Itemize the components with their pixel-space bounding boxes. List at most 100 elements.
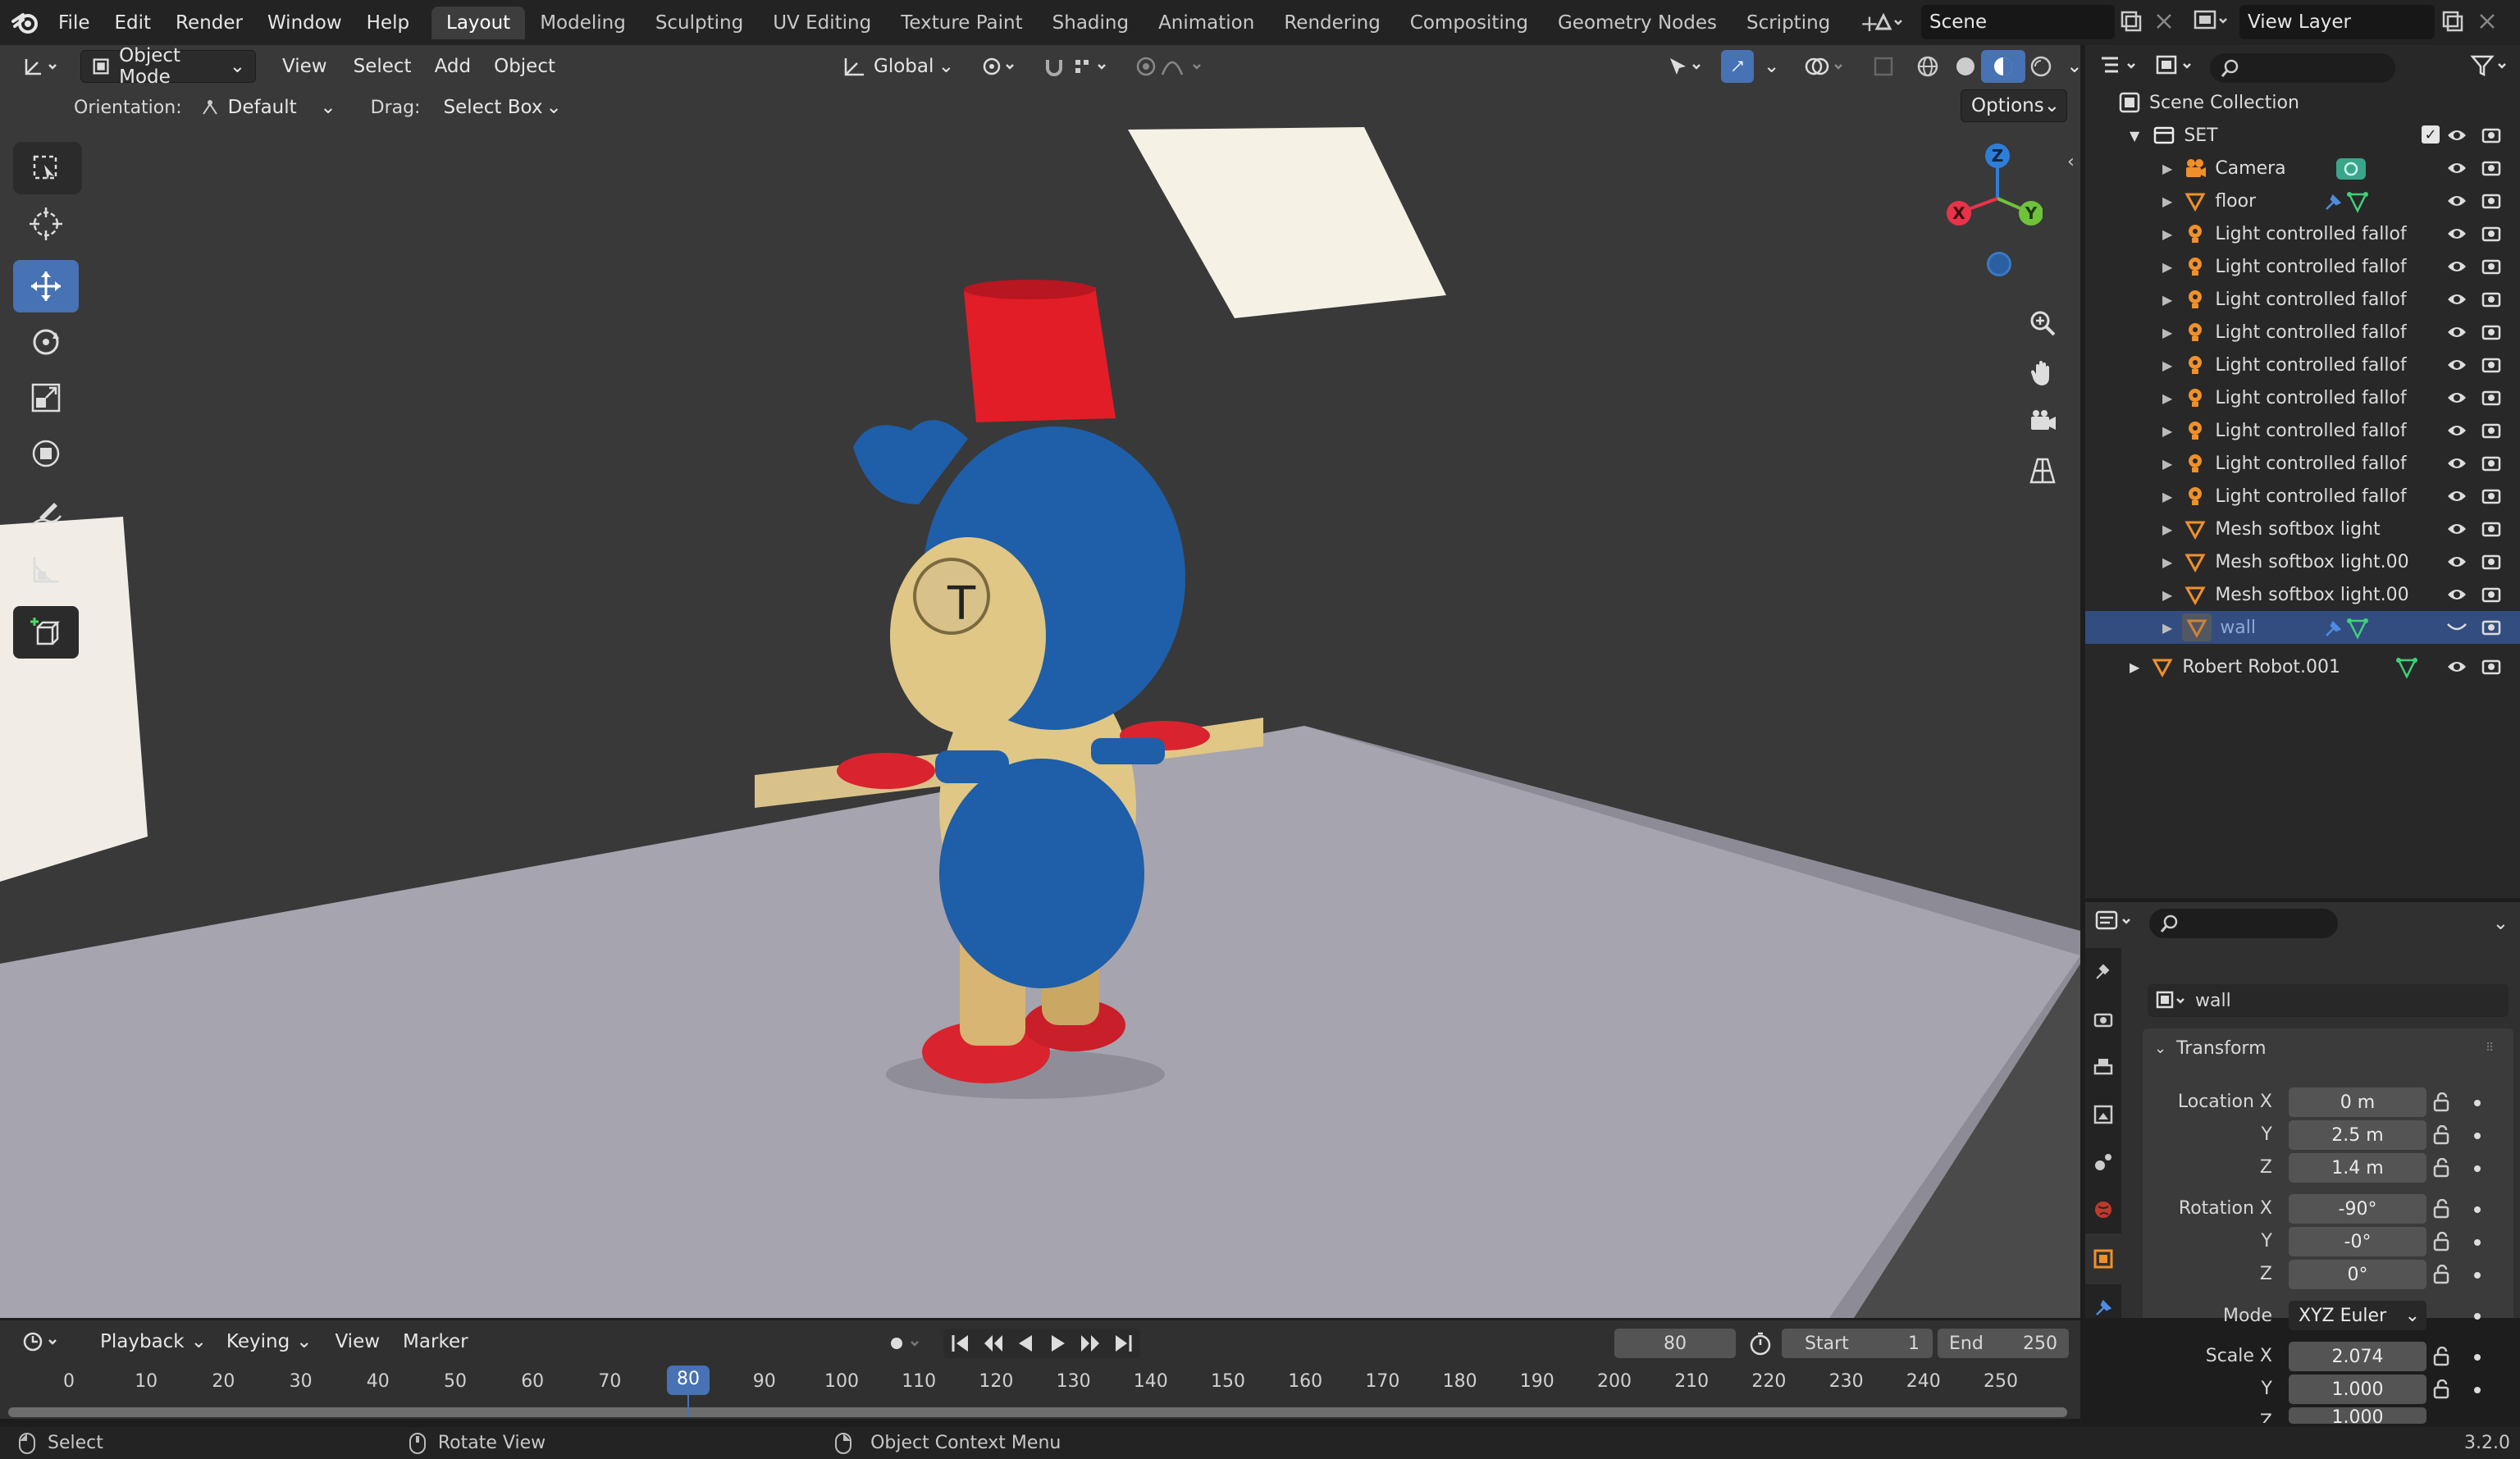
render-camera-icon[interactable] xyxy=(2481,486,2502,506)
render-camera-icon[interactable] xyxy=(2481,125,2502,145)
view-layer-field[interactable]: View Layer xyxy=(2239,5,2435,39)
outliner-editor-type-icon[interactable] xyxy=(2098,53,2144,83)
playback-menu[interactable]: Playback ⌄ xyxy=(90,1325,217,1358)
jump-end-icon[interactable] xyxy=(1112,1332,1135,1355)
show-gizmo-icon[interactable] xyxy=(1721,50,1754,83)
eye-icon[interactable] xyxy=(2446,519,2468,539)
lock-icon[interactable] xyxy=(2431,1198,2456,1224)
scene-tab-icon[interactable] xyxy=(2085,1138,2121,1186)
exclude-checkbox[interactable]: ✓ xyxy=(2422,125,2440,144)
outliner-item-robert-robot[interactable]: ▶ Robert Robot.001 xyxy=(2085,650,2520,683)
render-camera-icon[interactable] xyxy=(2481,421,2502,440)
outliner-item[interactable]: ▶ Light controlled fallof xyxy=(2085,447,2520,480)
eye-icon[interactable] xyxy=(2446,355,2468,375)
mesh-data-icon[interactable] xyxy=(2395,657,2418,680)
expand-arrow-icon[interactable]: ▶ xyxy=(2162,554,2172,570)
keyframe-dot-icon[interactable] xyxy=(2474,1100,2481,1106)
object-mode-dropdown[interactable]: Object Mode ⌄ xyxy=(80,45,256,88)
eye-icon[interactable] xyxy=(2446,657,2468,677)
start-frame-field[interactable]: Start 1 xyxy=(1782,1329,1933,1358)
eye-icon[interactable] xyxy=(2446,191,2468,211)
tab-shading[interactable]: Shading xyxy=(1038,7,1144,39)
keyframe-dot-icon[interactable] xyxy=(2474,1165,2481,1172)
tab-rendering[interactable]: Rendering xyxy=(1269,7,1395,39)
options-dropdown[interactable]: Options ⌄ xyxy=(1961,89,2067,122)
keyframe-dot-icon[interactable] xyxy=(2474,1239,2481,1246)
location-y-field[interactable]: 2.5 m xyxy=(2289,1120,2426,1150)
expand-arrow-icon[interactable]: ▶ xyxy=(2162,161,2172,176)
rotation-mode-dropdown[interactable]: XYZ Euler ⌄ xyxy=(2289,1301,2426,1330)
xray-toggle-icon[interactable] xyxy=(1863,50,1904,83)
expand-arrow-icon[interactable]: ▼ xyxy=(2130,128,2139,144)
drag-dropdown[interactable]: Select Box ⌄ xyxy=(433,91,571,124)
eye-icon[interactable] xyxy=(2446,224,2468,244)
modifier-tab-icon[interactable] xyxy=(2085,1284,2121,1318)
chevron-down-icon[interactable]: ⌄ xyxy=(2493,913,2509,934)
eye-icon[interactable] xyxy=(2446,125,2468,145)
play-reverse-icon[interactable] xyxy=(1014,1332,1037,1355)
keyframe-dot-icon[interactable] xyxy=(2474,1272,2481,1279)
eye-icon[interactable] xyxy=(2446,257,2468,276)
timeline-editor-type-icon[interactable] xyxy=(11,1325,74,1358)
output-tab-icon[interactable] xyxy=(2085,1043,2121,1091)
tab-geometry-nodes[interactable]: Geometry Nodes xyxy=(1543,7,1732,39)
panel-drag-handle-icon[interactable]: ⠿ xyxy=(2486,1042,2494,1055)
outliner-item[interactable]: ▶ Light controlled fallof xyxy=(2085,480,2520,513)
scale-z-field[interactable]: 1.000 xyxy=(2289,1407,2426,1424)
rotate-tool-icon[interactable] xyxy=(13,316,79,368)
menu-view[interactable]: View xyxy=(272,50,337,83)
eye-closed-icon[interactable] xyxy=(2446,618,2468,637)
outliner-item[interactable]: ▶ Light controlled fallof xyxy=(2085,250,2520,283)
expand-arrow-icon[interactable]: ▶ xyxy=(2162,259,2172,275)
expand-arrow-icon[interactable]: ▶ xyxy=(2162,358,2172,373)
snap-icon[interactable] xyxy=(1033,50,1121,83)
render-camera-icon[interactable] xyxy=(2481,355,2502,375)
expand-arrow-icon[interactable]: ▶ xyxy=(2162,522,2172,537)
outliner-item[interactable]: ▶ Light controlled fallof xyxy=(2085,414,2520,447)
view-layer-tab-icon[interactable] xyxy=(2085,1091,2121,1138)
pivot-point-icon[interactable] xyxy=(970,50,1029,83)
keyframe-dot-icon[interactable] xyxy=(2474,1387,2481,1393)
outliner-item[interactable]: ▶ Light controlled fallof xyxy=(2085,283,2520,316)
collection-row-set[interactable]: ▼ SET ✓ xyxy=(2085,119,2520,152)
menu-window[interactable]: Window xyxy=(255,0,354,45)
eye-icon[interactable] xyxy=(2446,486,2468,506)
eye-icon[interactable] xyxy=(2446,585,2468,604)
transform-tool-icon[interactable] xyxy=(13,427,79,480)
outliner-item[interactable]: ▶ Light controlled fallof xyxy=(2085,349,2520,381)
eye-icon[interactable] xyxy=(2446,388,2468,408)
menu-help[interactable]: Help xyxy=(354,0,422,45)
scene-name-field[interactable]: Scene xyxy=(1921,5,2115,39)
pan-hand-icon[interactable] xyxy=(2021,351,2064,394)
transform-orientation-dropdown[interactable]: Global ⌄ xyxy=(833,50,964,83)
lock-icon[interactable] xyxy=(2431,1092,2456,1117)
3d-viewport[interactable]: T Object Mode ⌄ View Select Add Object G… xyxy=(0,45,2080,1318)
render-camera-icon[interactable] xyxy=(2481,257,2502,276)
tab-animation[interactable]: Animation xyxy=(1144,7,1269,39)
expand-arrow-icon[interactable]: ▶ xyxy=(2162,489,2172,504)
lock-icon[interactable] xyxy=(2431,1379,2456,1404)
keying-menu[interactable]: Keying ⌄ xyxy=(217,1325,322,1358)
menu-edit[interactable]: Edit xyxy=(103,0,164,45)
camera-view-icon[interactable] xyxy=(2021,400,2064,443)
render-camera-icon[interactable] xyxy=(2481,191,2502,211)
expand-arrow-icon[interactable]: ▶ xyxy=(2162,292,2172,308)
menu-file[interactable]: File xyxy=(46,0,103,45)
keyframe-dot-icon[interactable] xyxy=(2474,1206,2481,1213)
scene-browse-icon[interactable] xyxy=(1872,7,1921,39)
object-tab-icon[interactable] xyxy=(2085,1233,2121,1284)
expand-arrow-icon[interactable]: ▶ xyxy=(2162,423,2172,439)
modifier-wrench-icon[interactable] xyxy=(2321,618,2344,641)
expand-arrow-icon[interactable]: ▶ xyxy=(2162,325,2172,340)
menu-add[interactable]: Add xyxy=(425,50,482,83)
tab-uv-editing[interactable]: UV Editing xyxy=(758,7,886,39)
expand-arrow-icon[interactable]: ▶ xyxy=(2162,390,2172,406)
lock-icon[interactable] xyxy=(2431,1124,2456,1150)
navigation-gizmo[interactable]: Z Y X xyxy=(1936,139,2043,246)
menu-object[interactable]: Object xyxy=(484,50,565,83)
camera-data-icon[interactable] xyxy=(2335,157,2367,181)
eye-icon[interactable] xyxy=(2446,322,2468,342)
eye-icon[interactable] xyxy=(2446,421,2468,440)
timeline-scrollbar[interactable] xyxy=(8,1407,2067,1417)
tab-texture-paint[interactable]: Texture Paint xyxy=(886,7,1037,39)
